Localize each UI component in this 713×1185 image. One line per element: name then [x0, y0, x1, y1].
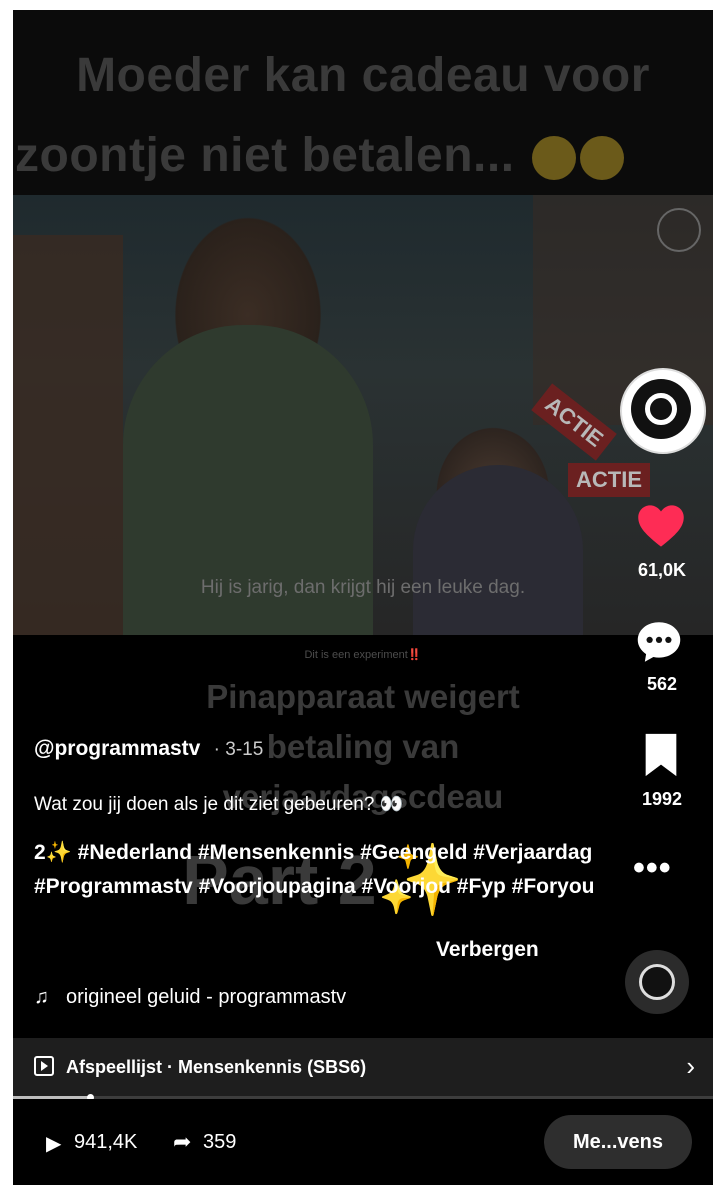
bottom-stats-bar: ▶ 941,4K ➦ 359 Me...vens [13, 1099, 713, 1185]
comment-count: 562 [646, 674, 678, 694]
video-title-line1: Moeder kan cadeau voor [76, 49, 650, 102]
video-scene[interactable]: ACTIE ACTIE Hij is jarig, dan krijgt hij… [13, 195, 713, 635]
username-text[interactable]: @programmastv [34, 737, 200, 760]
share-count: 359 [203, 1131, 237, 1153]
video-frame[interactable]: Moeder kan cadeau voor zoontje niet beta… [13, 10, 713, 1185]
store-sign: ACTIE [568, 463, 650, 497]
share-icon[interactable]: ➦ [173, 1129, 191, 1155]
overlay-text-line1: Pinapparaat weigert [206, 678, 520, 715]
sound-disc[interactable] [625, 950, 689, 1014]
like-count: 61,0K [637, 560, 687, 580]
post-hashtags[interactable]: 2✨ #Nederland #Mensenkennis #Geengeld #V… [34, 836, 614, 904]
video-subtitle: Hij is jarig, dan krijgt hij een leuke d… [200, 577, 526, 598]
creator-avatar[interactable] [620, 368, 706, 454]
sound-link[interactable]: ♫ origineel geluid - programmastv [34, 986, 346, 1009]
music-note-icon: ♫ [34, 986, 49, 1008]
chevron-right-icon[interactable]: › [686, 1051, 695, 1082]
upload-date: 3-15 [225, 739, 264, 760]
play-icon: ▶ [46, 1133, 62, 1155]
heart-icon[interactable] [635, 500, 687, 552]
save-count: 1992 [641, 789, 683, 809]
title-band: Moeder kan cadeau voor zoontje niet beta… [13, 10, 713, 195]
creator-watermark-icon [657, 208, 701, 252]
mind-blown-emoji-icon [580, 136, 625, 181]
view-count: 941,4K [74, 1131, 138, 1153]
sound-name[interactable]: origineel geluid - programmastv [66, 986, 346, 1008]
playlist-label[interactable]: Afspeellijst · Mensenkennis (SBS6) [66, 1057, 366, 1078]
more-options-icon[interactable]: ••• [633, 851, 689, 885]
avatar-logo-icon [631, 379, 691, 439]
video-title-line2: zoontje niet betalen... [15, 128, 713, 183]
comment-icon[interactable] [634, 617, 684, 667]
more-videos-button[interactable]: Me...vens [544, 1115, 692, 1169]
playlist-icon [34, 1056, 54, 1076]
creator-username[interactable]: @programmastv · 3-15 [34, 737, 263, 761]
playlist-bar[interactable]: Afspeellijst · Mensenkennis (SBS6) › [13, 1038, 713, 1098]
video-title-line2-text: zoontje niet betalen... [15, 129, 515, 182]
experiment-note: Dit is een experiment‼️ [304, 649, 422, 661]
eye-roll-emoji-icon [532, 136, 577, 181]
hide-description-button[interactable]: Verbergen [436, 938, 539, 962]
woman-figure [413, 465, 583, 635]
post-description: Wat zou jij doen als je dit ziet gebeure… [34, 794, 404, 815]
bookmark-icon[interactable] [641, 732, 681, 778]
store-shelf [13, 235, 123, 635]
sound-disc-logo-icon [639, 964, 675, 1000]
